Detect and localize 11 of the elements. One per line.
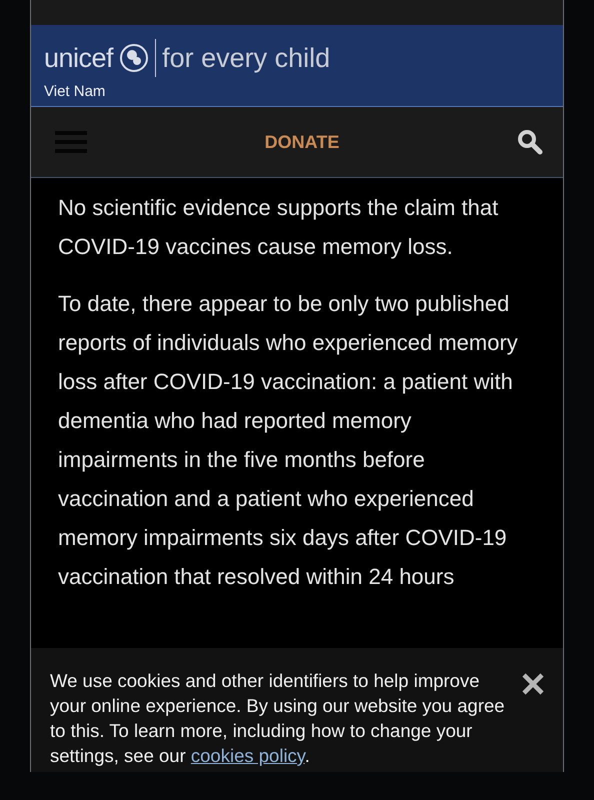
article-paragraph: To date, there appear to be only two published reports of individuals who experienced memory loss after COVID-19 vaccination: a patient with dementia who had reported memory impairments in the five months before vaccination and a patient who experienced memory impairments six days after COVID-19 vaccination that resolved within 24 hours [58, 290, 519, 591]
article-paragraph: No scientific evidence supports the claim that COVID-19 vaccines cause memory loss. [58, 194, 500, 261]
search-icon[interactable] [516, 129, 543, 155]
donate-link[interactable]: DONATE [264, 132, 340, 152]
close-icon[interactable] [521, 672, 545, 696]
country-label: Viet Nam [44, 83, 106, 100]
cookies-policy-link[interactable]: cookies policy [190, 745, 305, 766]
tagline: for every child [162, 42, 330, 74]
cookie-notice: We use cookies and other identifiers to help improve your online experience. By using our website you agree to this. To learn more, including how to change your settings, see our cookies policy. [50, 669, 506, 768]
logo[interactable]: unicef [44, 42, 114, 74]
emblem-icon [119, 43, 150, 73]
